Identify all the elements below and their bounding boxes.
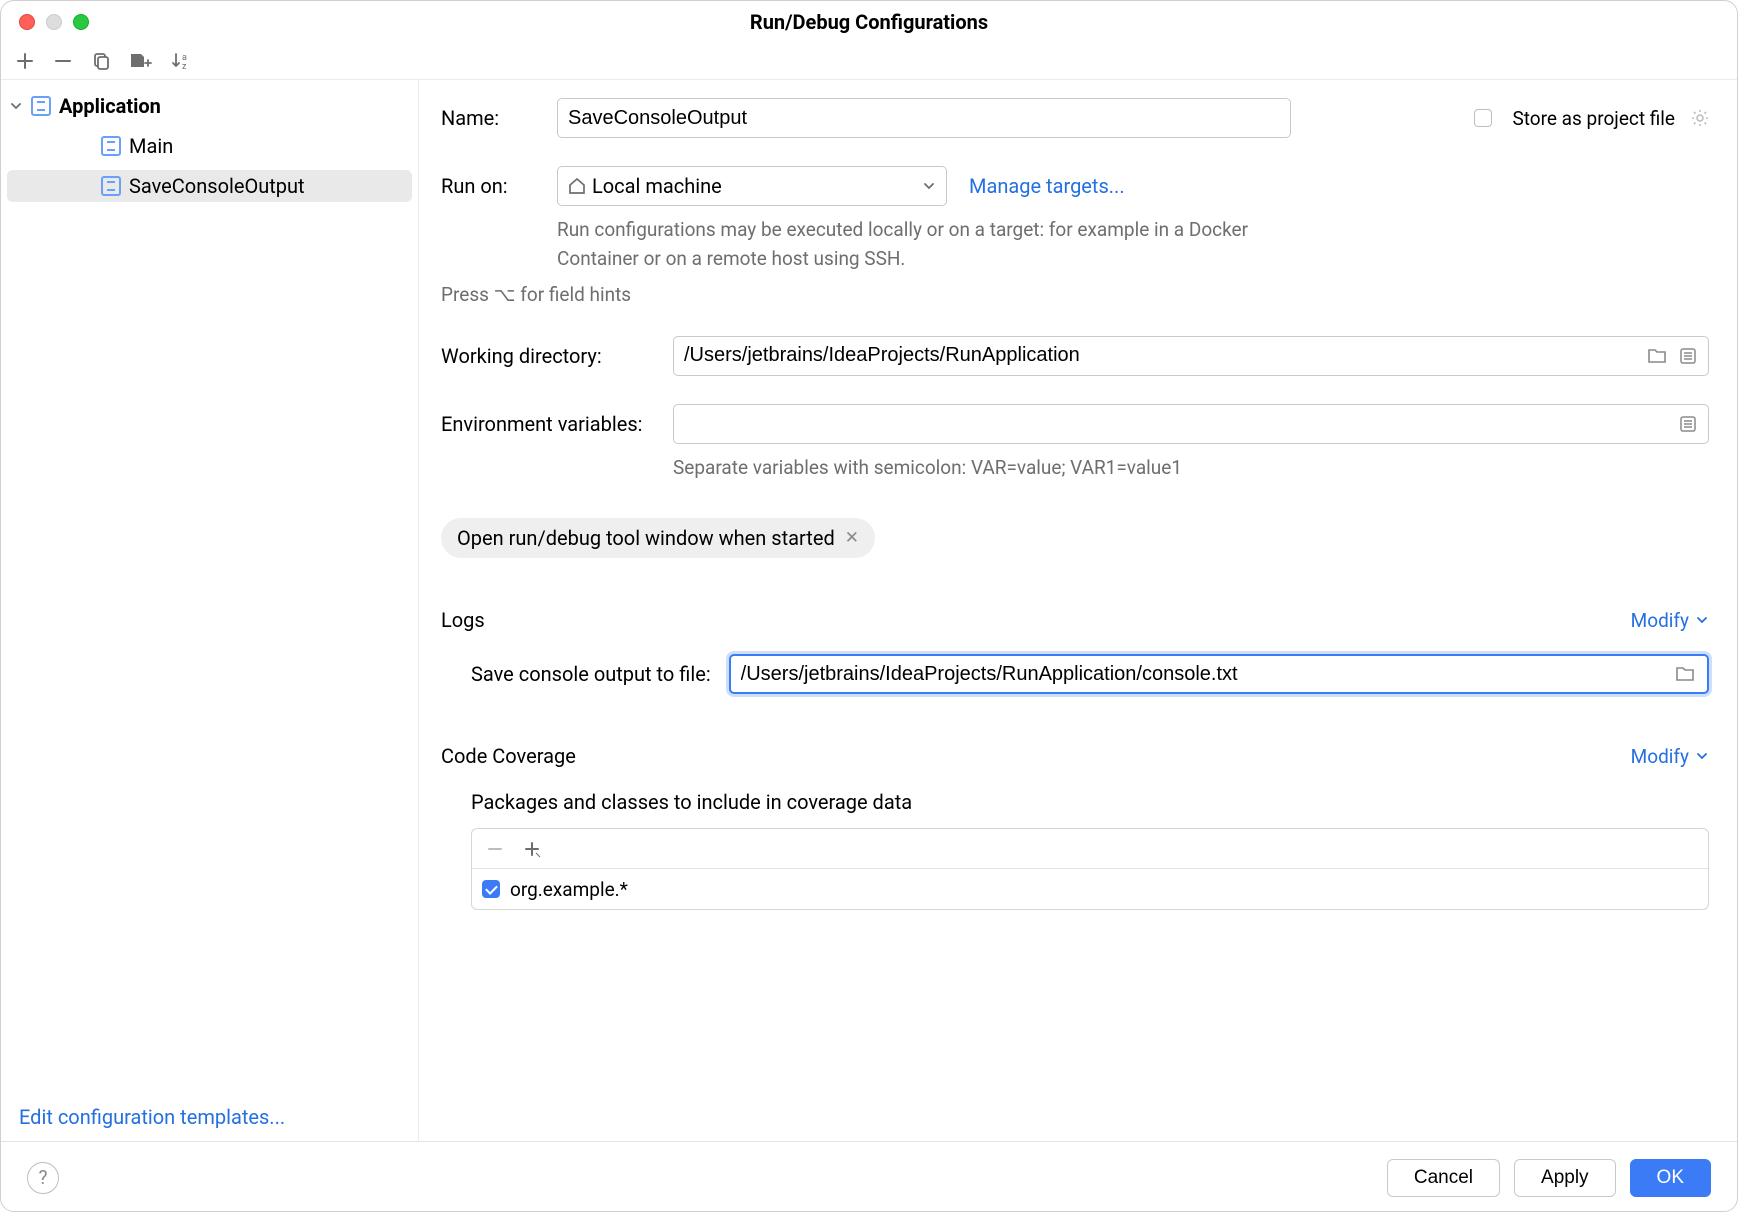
application-type-icon bbox=[101, 176, 121, 196]
tree-item-saveconsoleoutput[interactable]: SaveConsoleOutput bbox=[7, 170, 412, 202]
help-button[interactable]: ? bbox=[27, 1162, 59, 1194]
add-config-icon[interactable] bbox=[15, 51, 35, 71]
chevron-down-icon bbox=[922, 179, 936, 193]
save-template-icon[interactable] bbox=[129, 51, 153, 71]
svg-text:z: z bbox=[182, 62, 187, 71]
coverage-row-label: org.example.* bbox=[510, 878, 628, 901]
env-label: Environment variables: bbox=[441, 412, 673, 436]
coverage-row[interactable]: org.example.* bbox=[472, 869, 1708, 909]
tree-item-main[interactable]: Main bbox=[1, 130, 418, 162]
edit-templates-link[interactable]: Edit configuration templates... bbox=[19, 1105, 285, 1129]
ok-button[interactable]: OK bbox=[1630, 1159, 1711, 1197]
coverage-table: org.example.* bbox=[471, 828, 1709, 910]
add-coverage-icon[interactable] bbox=[522, 839, 542, 859]
tree-item-label: Main bbox=[129, 134, 173, 158]
copy-config-icon[interactable] bbox=[91, 51, 111, 71]
store-checkbox[interactable] bbox=[1474, 109, 1492, 127]
list-icon[interactable] bbox=[1679, 347, 1697, 365]
titlebar: Run/Debug Configurations bbox=[1, 1, 1737, 43]
working-dir-input[interactable] bbox=[673, 336, 1709, 376]
folder-icon[interactable] bbox=[1647, 347, 1667, 365]
config-tree: Application Main SaveConsoleOutput Edit … bbox=[1, 80, 419, 1141]
manage-targets-link[interactable]: Manage targets... bbox=[969, 174, 1125, 198]
sort-config-icon[interactable]: az bbox=[171, 51, 193, 71]
application-type-icon bbox=[31, 96, 51, 116]
gear-icon[interactable] bbox=[1691, 109, 1709, 127]
name-input[interactable] bbox=[557, 98, 1291, 138]
coverage-section-title: Code Coverage bbox=[441, 744, 576, 768]
close-icon[interactable]: ✕ bbox=[845, 528, 859, 548]
chip-label: Open run/debug tool window when started bbox=[457, 526, 835, 550]
dialog-footer: ? Cancel Apply OK bbox=[1, 1141, 1737, 1213]
config-form: Name: Store as project file Run on: Loca… bbox=[419, 80, 1737, 1141]
name-label: Name: bbox=[441, 106, 557, 130]
save-console-label: Save console output to file: bbox=[471, 662, 711, 686]
option-chip-open-tool-window[interactable]: Open run/debug tool window when started … bbox=[441, 518, 875, 558]
config-toolbar: az bbox=[1, 43, 1737, 79]
logs-section-title: Logs bbox=[441, 608, 485, 632]
run-on-help: Run configurations may be executed local… bbox=[557, 216, 1277, 273]
window-title: Run/Debug Configurations bbox=[1, 10, 1737, 34]
run-on-value: Local machine bbox=[592, 174, 722, 198]
coverage-modify-link[interactable]: Modify bbox=[1631, 745, 1709, 768]
folder-icon[interactable] bbox=[1675, 665, 1695, 683]
remove-config-icon[interactable] bbox=[53, 51, 73, 71]
list-icon[interactable] bbox=[1679, 415, 1697, 433]
run-on-label: Run on: bbox=[441, 174, 557, 198]
working-dir-label: Working directory: bbox=[441, 344, 673, 368]
coverage-row-checkbox[interactable] bbox=[482, 880, 500, 898]
apply-button[interactable]: Apply bbox=[1514, 1159, 1616, 1197]
store-label: Store as project file bbox=[1512, 107, 1675, 130]
tree-item-label: SaveConsoleOutput bbox=[129, 174, 305, 198]
coverage-subtitle: Packages and classes to include in cover… bbox=[471, 790, 1709, 814]
env-help: Separate variables with semicolon: VAR=v… bbox=[673, 454, 1709, 483]
tree-root-application[interactable]: Application bbox=[1, 90, 418, 122]
chevron-down-icon[interactable] bbox=[1, 99, 31, 113]
env-input[interactable] bbox=[673, 404, 1709, 444]
tree-root-label: Application bbox=[59, 94, 161, 118]
field-hints-help: Press ⌥ for field hints bbox=[441, 281, 1709, 310]
home-icon bbox=[568, 177, 586, 195]
logs-modify-link[interactable]: Modify bbox=[1631, 609, 1709, 632]
save-console-input[interactable] bbox=[729, 654, 1709, 694]
store-as-project-file[interactable]: Store as project file bbox=[1474, 107, 1709, 130]
run-on-select[interactable]: Local machine bbox=[557, 166, 947, 206]
cancel-button[interactable]: Cancel bbox=[1387, 1159, 1500, 1197]
application-type-icon bbox=[101, 136, 121, 156]
remove-coverage-icon[interactable] bbox=[486, 840, 504, 858]
